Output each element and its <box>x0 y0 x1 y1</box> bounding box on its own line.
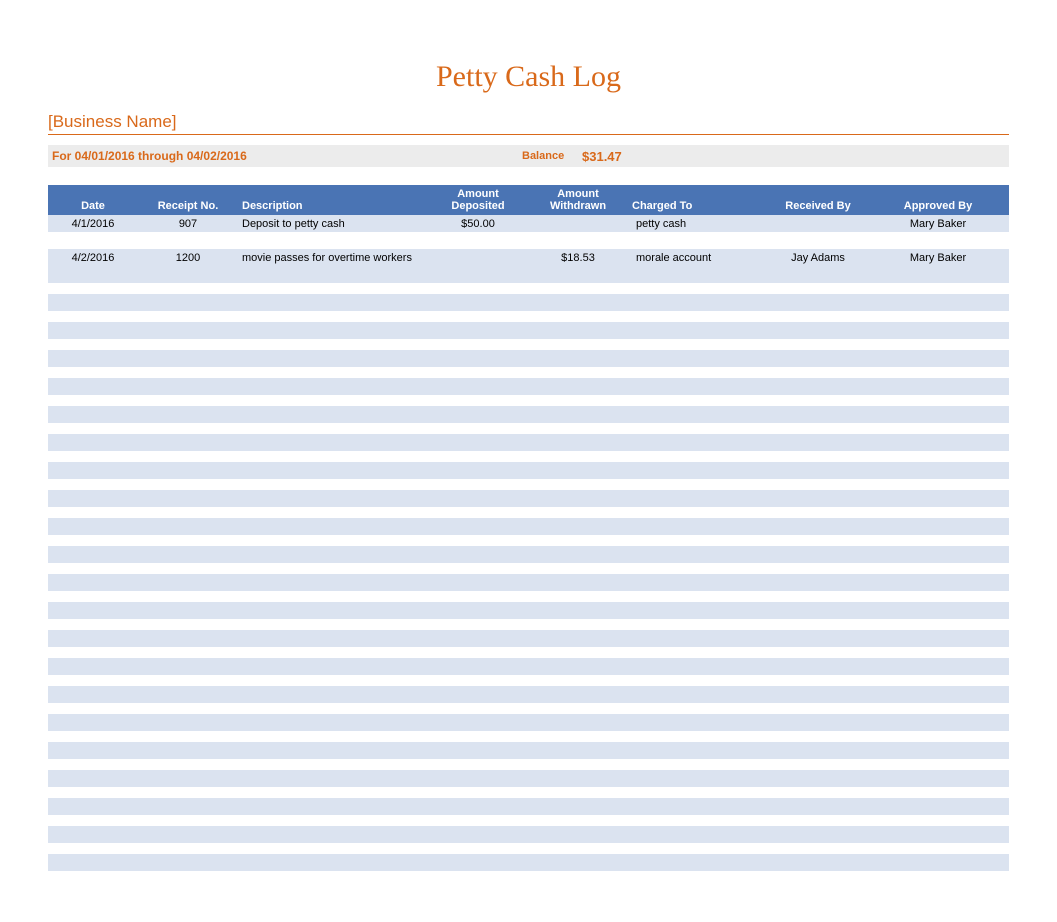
table-row <box>48 574 1009 591</box>
cell-withdrawn: $18.53 <box>528 252 628 264</box>
row-gap <box>48 339 1009 350</box>
th-date: Date <box>48 200 138 212</box>
th-approved: Approved By <box>878 200 998 212</box>
th-receipt: Receipt No. <box>138 200 238 212</box>
spacer <box>48 167 1009 185</box>
table-row <box>48 826 1009 843</box>
table-row <box>48 322 1009 339</box>
row-gap <box>48 451 1009 462</box>
row-gap <box>48 367 1009 378</box>
table-row <box>48 434 1009 451</box>
table-row <box>48 686 1009 703</box>
cell-charged: petty cash <box>628 218 758 230</box>
row-gap <box>48 759 1009 770</box>
table-row <box>48 378 1009 395</box>
table-row <box>48 294 1009 311</box>
th-deposited-l1: Amount <box>432 188 524 200</box>
th-deposited: Amount Deposited <box>428 188 528 212</box>
page: Petty Cash Log [Business Name] For 04/01… <box>0 0 1057 922</box>
row-gap <box>48 619 1009 630</box>
cell-receipt: 907 <box>138 218 238 230</box>
cell-charged: morale account <box>628 252 758 264</box>
table-row: 4/1/2016907Deposit to petty cash$50.00 pe… <box>48 215 1009 232</box>
rows-container: 4/1/2016907Deposit to petty cash$50.00 pe… <box>48 215 1009 882</box>
row-gap <box>48 479 1009 490</box>
row-gap <box>48 843 1009 854</box>
divider <box>48 134 1009 135</box>
row-gap <box>48 787 1009 798</box>
row-gap <box>48 535 1009 546</box>
period-bar: For 04/01/2016 through 04/02/2016 Balanc… <box>48 145 1009 167</box>
table-row <box>48 630 1009 647</box>
table-row <box>48 518 1009 535</box>
table-row: 4/2/20161200movie passes for overtime wo… <box>48 249 1009 266</box>
cell-date: 4/1/2016 <box>48 218 138 230</box>
row-gap <box>48 871 1009 882</box>
table-row <box>48 406 1009 423</box>
th-received: Received By <box>758 200 878 212</box>
table-row <box>48 770 1009 787</box>
row-gap <box>48 395 1009 406</box>
cell-deposited: $50.00 <box>428 218 528 230</box>
row-gap <box>48 283 1009 294</box>
row-gap <box>48 703 1009 714</box>
table-row <box>48 854 1009 871</box>
table-row <box>48 742 1009 759</box>
th-deposited-l2: Deposited <box>432 200 524 212</box>
cell-receipt: 1200 <box>138 252 238 264</box>
balance-label: Balance <box>522 150 582 162</box>
table-row <box>48 714 1009 731</box>
th-withdrawn: Amount Withdrawn <box>528 188 628 212</box>
table-row <box>48 350 1009 367</box>
row-gap <box>48 423 1009 434</box>
period-range: For 04/01/2016 through 04/02/2016 <box>52 149 522 163</box>
row-gap <box>48 591 1009 602</box>
cell-received: Jay Adams <box>758 252 878 264</box>
table-row <box>48 546 1009 563</box>
row-gap <box>48 647 1009 658</box>
table-row <box>48 232 1009 249</box>
table-header-row: Date Receipt No. Description Amount Depo… <box>48 185 1009 215</box>
th-withdrawn-l2: Withdrawn <box>532 200 624 212</box>
table-row <box>48 658 1009 675</box>
balance-value: $31.47 <box>582 149 662 164</box>
cell-description: movie passes for overtime workers <box>238 252 428 264</box>
table-row <box>48 602 1009 619</box>
th-description: Description <box>238 200 428 212</box>
table-row <box>48 266 1009 283</box>
cell-date: 4/2/2016 <box>48 252 138 264</box>
cell-approved: Mary Baker <box>878 252 998 264</box>
business-name: [Business Name] <box>48 112 1009 134</box>
row-gap <box>48 563 1009 574</box>
th-withdrawn-l1: Amount <box>532 188 624 200</box>
th-charged: Charged To <box>628 200 758 212</box>
table-row <box>48 462 1009 479</box>
table-row <box>48 798 1009 815</box>
row-gap <box>48 311 1009 322</box>
row-gap <box>48 675 1009 686</box>
page-title: Petty Cash Log <box>48 60 1009 94</box>
row-gap <box>48 731 1009 742</box>
cell-approved: Mary Baker <box>878 218 998 230</box>
cell-description: Deposit to petty cash <box>238 218 428 230</box>
log-table: Date Receipt No. Description Amount Depo… <box>48 185 1009 882</box>
table-row <box>48 490 1009 507</box>
row-gap <box>48 507 1009 518</box>
